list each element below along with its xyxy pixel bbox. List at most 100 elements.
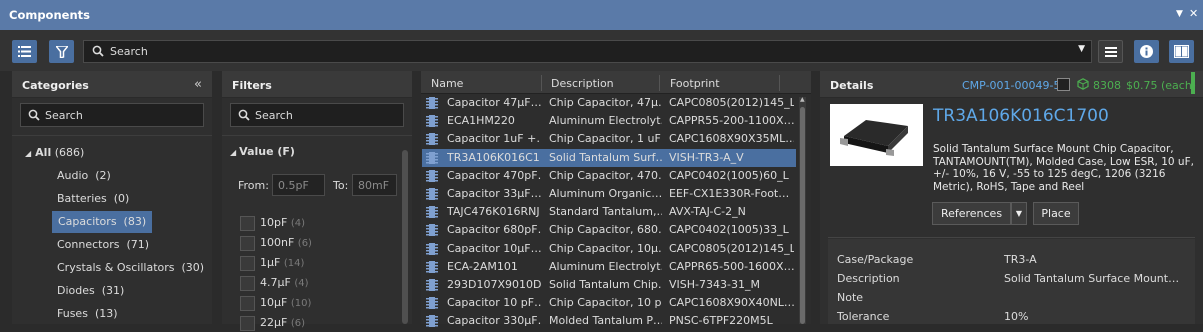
category-all[interactable]: ◢ All (686) <box>25 142 84 163</box>
property-row: Case/Package TR3-A <box>837 250 1177 269</box>
category-count: (13) <box>94 307 118 320</box>
scroll-up-icon[interactable]: ▲ <box>800 96 805 103</box>
filter-checkbox[interactable] <box>240 295 255 311</box>
cell-name: Capacitor 1uF +… <box>447 132 541 146</box>
from-value-input[interactable]: 0.5pF <box>272 174 325 196</box>
filter-value-item[interactable]: 10μF (10) <box>240 294 311 311</box>
expand-icon[interactable]: ◢ <box>230 148 236 157</box>
filter-value-item[interactable]: 4.7μF (4) <box>240 274 309 291</box>
stock-quantity: 8308 <box>1093 79 1121 92</box>
chevron-down-icon: ▼ <box>1015 209 1023 218</box>
filter-value-item[interactable]: 1μF (14) <box>240 254 304 271</box>
list-view-button[interactable] <box>12 40 37 63</box>
grid-scrollbar-track[interactable] <box>799 97 806 324</box>
close-icon[interactable]: ✕ <box>1189 7 1198 20</box>
table-row[interactable]: Capacitor 47μF… Chip Capacitor, 47μ… CAPC0… <box>422 94 796 112</box>
references-dropdown-button[interactable]: ▼ <box>1011 202 1027 225</box>
filter-icon <box>55 45 68 58</box>
table-row[interactable]: Capacitor 470pF… Chip Capacitor, 470… CAPC… <box>422 167 796 185</box>
divider <box>828 237 1195 238</box>
from-label: From: <box>238 179 269 192</box>
component-chip-icon <box>426 188 438 200</box>
filter-value-label: 10μF <box>260 296 288 309</box>
filter-checkbox[interactable] <box>240 315 255 331</box>
category-item-connectors[interactable]: Connectors (71) <box>57 234 149 255</box>
column-divider[interactable] <box>659 75 660 91</box>
filter-value-item[interactable]: 10pF (4) <box>240 214 305 231</box>
category-item-diodes[interactable]: Diodes (31) <box>57 280 124 301</box>
menu-lines-icon <box>1104 46 1117 57</box>
references-button[interactable]: References <box>932 202 1011 225</box>
table-row[interactable]: Capacitor 10μF… Chip Capacitor, 10μ… CAPC0… <box>422 240 796 258</box>
menu-dropdown-icon[interactable]: ▼ <box>1176 9 1183 19</box>
filter-value-item[interactable]: 100nF (6) <box>240 234 312 251</box>
references-label: References <box>940 207 1003 220</box>
component-chip-icon <box>426 224 438 237</box>
search-history-dropdown-icon[interactable]: ▼ <box>1078 44 1085 54</box>
to-placeholder: 80mF <box>358 179 390 192</box>
filter-value-label: 22μF <box>260 316 288 329</box>
filter-value-label: 100nF <box>260 236 295 249</box>
category-item-batteries[interactable]: Batteries (0) <box>57 188 129 209</box>
filter-checkbox[interactable] <box>240 235 255 251</box>
select-checkbox[interactable] <box>1057 78 1070 91</box>
panel-title-bar: Components ▼ ✕ <box>0 0 1203 30</box>
collapse-panel-icon[interactable]: « <box>194 77 202 92</box>
view-options-button[interactable] <box>1098 40 1123 63</box>
to-value-input[interactable]: 80mF <box>352 174 397 196</box>
place-button[interactable]: Place <box>1033 202 1079 225</box>
categories-header: Categories « <box>12 71 212 98</box>
grid-scrollbar-thumb[interactable] <box>800 107 805 324</box>
category-label: Connectors <box>57 238 120 251</box>
part-number-link[interactable]: TR3A106K016C1700 <box>933 106 1109 126</box>
component-chip-icon <box>426 260 438 273</box>
table-row[interactable]: Capacitor 330μF… Molded Tantalum P… PNSC-6… <box>422 312 796 330</box>
layout-toggle-button[interactable] <box>1169 40 1194 63</box>
cell-name: Capacitor 680pF… <box>447 223 541 237</box>
filter-search-input[interactable]: Search <box>230 103 404 127</box>
filters-scrollbar[interactable] <box>402 150 408 324</box>
part-description: Solid Tantalum Surface Mount Chip Capaci… <box>933 143 1194 193</box>
cell-description: Chip Capacitor, 680… <box>549 223 662 237</box>
column-divider[interactable] <box>541 75 542 91</box>
filter-checkbox[interactable] <box>240 255 255 271</box>
table-row[interactable]: Capacitor 1uF +… Chip Capacitor, 1 uF… CAP… <box>422 130 796 148</box>
expand-icon[interactable]: ◢ <box>25 149 31 158</box>
cell-description: Standard Tantalum,… <box>549 205 662 219</box>
table-row[interactable]: TR3A106K016C1… Solid Tantalum Surf… VISH-T… <box>422 148 796 167</box>
filter-checkbox[interactable] <box>240 275 255 291</box>
value-filter-group[interactable]: ◢ Value (F) <box>230 145 295 158</box>
category-item-audio[interactable]: Audio (2) <box>57 165 111 186</box>
table-row[interactable]: Capacitor 10 pF… Chip Capacitor, 10 p… CAP… <box>422 294 796 312</box>
value-filter-label: Value (F) <box>239 145 295 158</box>
list-icon <box>18 46 31 57</box>
filter-value-label: 10pF <box>260 216 288 229</box>
component-id-link[interactable]: CMP-001-00049-5 <box>962 79 1060 92</box>
table-row[interactable]: 293D107X9010D… Solid Tantalum Chip… VISH-7… <box>422 276 796 294</box>
table-row[interactable]: ECA1HM220 Aluminum Electrolyt… CAPPR55-200… <box>422 112 796 130</box>
table-row[interactable]: Capacitor 680pF… Chip Capacitor, 680… CAPC… <box>422 221 796 239</box>
search-icon <box>92 45 104 57</box>
to-label: To: <box>333 179 349 192</box>
details-toggle-button[interactable] <box>1134 40 1159 63</box>
component-search-input[interactable]: Search ▼ <box>83 40 1092 63</box>
column-divider[interactable] <box>779 75 780 91</box>
filter-value-item[interactable]: 22μF (6) <box>240 314 305 331</box>
table-row[interactable]: ECA-2AM101 Aluminum Electrolyt… CAPPR65-50… <box>422 258 796 276</box>
filter-checkbox[interactable] <box>240 215 255 231</box>
component-chip-icon <box>426 151 438 164</box>
filter-toggle-button[interactable] <box>49 40 74 63</box>
column-header-footprint[interactable]: Footprint <box>670 76 720 92</box>
column-header-description[interactable]: Description <box>551 76 614 92</box>
column-header-name[interactable]: Name <box>431 76 463 92</box>
cell-name: Capacitor 10 pF… <box>447 296 541 310</box>
table-row[interactable]: Capacitor 33μF… Aluminum Organic… EEF-CX1E… <box>422 185 796 203</box>
filter-value-label: 4.7μF <box>260 276 291 289</box>
category-item-crystals-oscillators[interactable]: Crystals & Oscillators (30) <box>57 257 204 278</box>
table-row[interactable]: TAJC476K016RNJ Standard Tantalum,… AVX-TAJ… <box>422 203 796 221</box>
category-item-fuses[interactable]: Fuses (13) <box>57 303 118 324</box>
property-name: Tolerance <box>837 310 890 323</box>
category-search-input[interactable]: Search <box>20 103 204 127</box>
category-item-capacitors[interactable]: Capacitors (83) <box>52 211 153 233</box>
cell-name: TAJC476K016RNJ <box>447 205 540 219</box>
